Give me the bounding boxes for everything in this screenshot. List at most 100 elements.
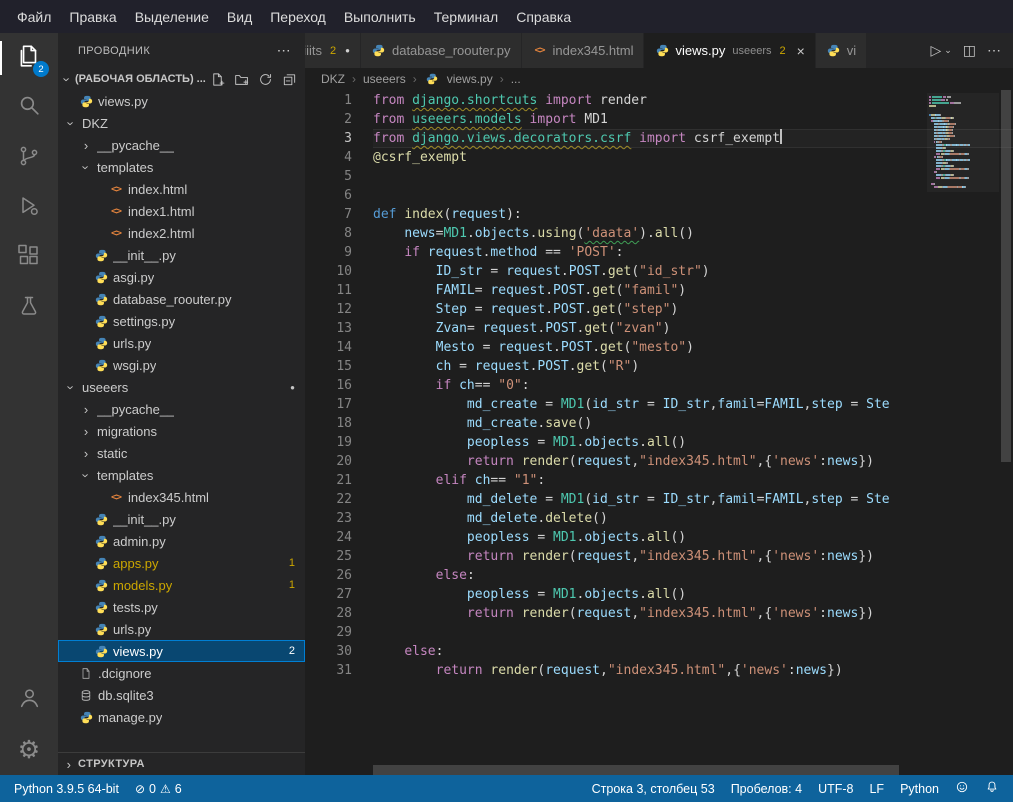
code-line[interactable]: peopless = MD1.objects.all() — [373, 528, 1013, 547]
status-problems[interactable]: ⊘ 0 ⚠ 6 — [127, 775, 190, 802]
menu-edit[interactable]: Правка — [60, 6, 125, 28]
tree-item-wsgi-py[interactable]: wsgi.py — [58, 354, 305, 376]
code-line[interactable]: if request.method == 'POST': — [373, 243, 1013, 262]
status-eol[interactable]: LF — [861, 775, 892, 802]
code-line[interactable]: if ch== "0": — [373, 376, 1013, 395]
more-actions-icon[interactable]: ⋯ — [277, 42, 291, 59]
status-notifications[interactable] — [977, 775, 1007, 802]
scrollbar-thumb[interactable] — [1001, 90, 1011, 462]
tree-item-index2-html[interactable]: <>index2.html — [58, 222, 305, 244]
tree-item-init-py[interactable]: __init__.py — [58, 244, 305, 266]
menu-view[interactable]: Вид — [218, 6, 261, 28]
collapse-all-icon[interactable] — [282, 72, 297, 87]
gutter[interactable]: 1234567891011121314151617181920212223242… — [305, 90, 373, 775]
code-line[interactable]: peopless = MD1.objects.all() — [373, 433, 1013, 452]
tree-item-models-py[interactable]: models.py1 — [58, 574, 305, 596]
tree-item-admin-py[interactable]: admin.py — [58, 530, 305, 552]
tree-item-index-html[interactable]: <>index.html — [58, 178, 305, 200]
code-line[interactable]: Mesto = request.POST.get("mesto") — [373, 338, 1013, 357]
code-line[interactable]: @csrf_exempt — [373, 148, 1013, 167]
tree-item-views-py[interactable]: views.py2 — [58, 640, 305, 662]
scrollbar-thumb[interactable] — [373, 765, 899, 775]
activity-explorer[interactable]: 2 — [0, 33, 58, 83]
vertical-scrollbar[interactable] — [999, 90, 1013, 775]
tree-item-urls-py[interactable]: urls.py — [58, 332, 305, 354]
close-icon[interactable]: × — [797, 43, 805, 59]
tree-item-apps-py[interactable]: apps.py1 — [58, 552, 305, 574]
activity-settings[interactable]: ⚙ — [0, 725, 58, 775]
tree-item-tests-py[interactable]: tests.py — [58, 596, 305, 618]
tree-item-pycache[interactable]: ›__pycache__ — [58, 134, 305, 156]
code-line[interactable]: ID_str = request.POST.get("id_str") — [373, 262, 1013, 281]
code-line[interactable] — [373, 623, 1013, 642]
tree-item-static[interactable]: ›static — [58, 442, 305, 464]
tree-item-views-py[interactable]: views.py — [58, 90, 305, 112]
code-line[interactable]: md_delete.delete() — [373, 509, 1013, 528]
activity-source-control[interactable] — [0, 133, 58, 183]
code-line[interactable]: md_create.save() — [373, 414, 1013, 433]
breadcrumb-views-py[interactable]: views.py — [447, 72, 493, 86]
run-dropdown-icon[interactable]: ⌄ — [944, 45, 952, 56]
more-actions-icon[interactable]: ⋯ — [987, 42, 1001, 59]
tab-database-roouter[interactable]: database_roouter.py — [361, 33, 522, 68]
code-line[interactable]: else: — [373, 566, 1013, 585]
code-lines[interactable]: from django.shortcuts import renderfrom … — [373, 90, 1013, 775]
breadcrumb-useeers[interactable]: useeers — [363, 72, 406, 86]
tree-item-asgi-py[interactable]: asgi.py — [58, 266, 305, 288]
minimap[interactable] — [927, 93, 999, 192]
new-file-icon[interactable] — [210, 72, 225, 87]
workspace-section-header[interactable]: › (РАБОЧАЯ ОБЛАСТЬ) ... — [58, 68, 305, 90]
menu-go[interactable]: Переход — [261, 6, 335, 28]
code-line[interactable]: Zvan= request.POST.get("zvan") — [373, 319, 1013, 338]
code-line[interactable] — [373, 167, 1013, 186]
tree-item-dkz[interactable]: ›DKZ — [58, 112, 305, 134]
tab-diiits[interactable]: diiits 2 ● — [305, 33, 361, 68]
tree-item-settings-py[interactable]: settings.py — [58, 310, 305, 332]
activity-run-debug[interactable] — [0, 183, 58, 233]
code-line[interactable]: from useeers.models import MD1 — [373, 110, 1013, 129]
menu-terminal[interactable]: Терминал — [425, 6, 507, 28]
tree-item-db-sqlite3[interactable]: db.sqlite3 — [58, 684, 305, 706]
code-line[interactable]: return render(request,"index345.html",{'… — [373, 661, 1013, 680]
menu-help[interactable]: Справка — [507, 6, 580, 28]
split-editor-icon[interactable]: ◫ — [963, 42, 976, 59]
status-encoding[interactable]: UTF-8 — [810, 775, 861, 802]
code-line[interactable]: else: — [373, 642, 1013, 661]
refresh-icon[interactable] — [258, 72, 273, 87]
code-editor[interactable]: 1234567891011121314151617181920212223242… — [305, 90, 1013, 775]
code-line[interactable]: elif ch== "1": — [373, 471, 1013, 490]
code-line[interactable]: return render(request,"index345.html",{'… — [373, 604, 1013, 623]
activity-extensions[interactable] — [0, 233, 58, 283]
tree-item-urls-py[interactable]: urls.py — [58, 618, 305, 640]
status-cursor-position[interactable]: Строка 3, столбец 53 — [584, 775, 723, 802]
code-line[interactable]: md_create = MD1(id_str = ID_str,famil=FA… — [373, 395, 1013, 414]
tree-item-templates[interactable]: ›templates — [58, 156, 305, 178]
menu-run[interactable]: Выполнить — [335, 6, 425, 28]
tree-item-init-py[interactable]: __init__.py — [58, 508, 305, 530]
code-line[interactable]: return render(request,"index345.html",{'… — [373, 452, 1013, 471]
code-line[interactable]: def index(request): — [373, 205, 1013, 224]
tree-item-pycache[interactable]: ›__pycache__ — [58, 398, 305, 420]
breadcrumb-dkz[interactable]: DKZ — [321, 72, 345, 86]
tree-item-database-roouter-py[interactable]: database_roouter.py — [58, 288, 305, 310]
run-python-file-button[interactable]: ▷ — [930, 42, 941, 59]
activity-search[interactable] — [0, 83, 58, 133]
status-language-mode[interactable]: Python — [892, 775, 947, 802]
tree-item-useeers[interactable]: ›useeers● — [58, 376, 305, 398]
activity-account[interactable] — [0, 675, 58, 725]
tree-item-dcignore[interactable]: .dcignore — [58, 662, 305, 684]
tab-views[interactable]: views.py useeers 2 × — [644, 33, 815, 68]
status-feedback[interactable] — [947, 775, 977, 802]
code-line[interactable]: from django.shortcuts import render — [373, 91, 1013, 110]
status-python-version[interactable]: Python 3.9.5 64-bit — [6, 775, 127, 802]
code-line[interactable]: FAMIL= request.POST.get("famil") — [373, 281, 1013, 300]
tree-item-manage-py[interactable]: manage.py — [58, 706, 305, 728]
status-indentation[interactable]: Пробелов: 4 — [723, 775, 810, 802]
menu-file[interactable]: Файл — [8, 6, 60, 28]
code-line[interactable]: news=MD1.objects.using('daata').all() — [373, 224, 1013, 243]
tab-index345[interactable]: <> index345.html — [522, 33, 645, 68]
tree-item-index1-html[interactable]: <>index1.html — [58, 200, 305, 222]
breadcrumb-symbol[interactable]: ... — [511, 72, 521, 86]
outline-section-header[interactable]: › СТРУКТУРА — [58, 752, 305, 775]
horizontal-scrollbar[interactable] — [373, 765, 999, 775]
